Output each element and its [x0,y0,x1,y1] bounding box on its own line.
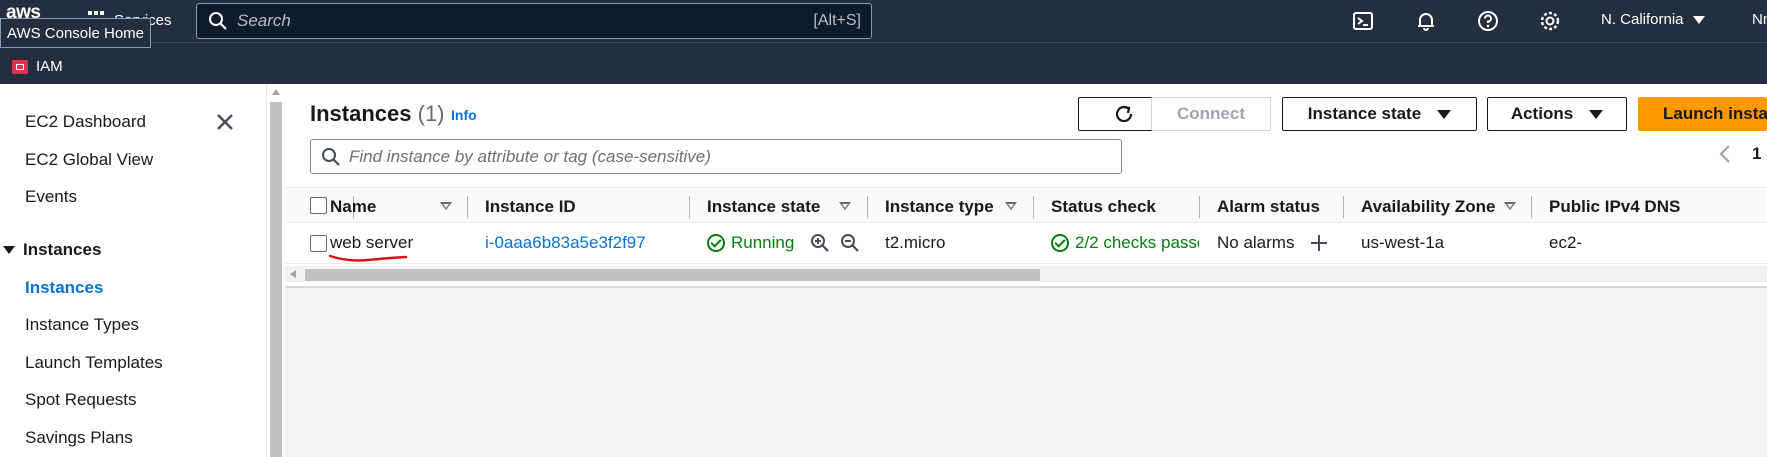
page-number[interactable]: 1 [1752,144,1761,164]
sidebar-item-events[interactable]: Events [25,187,77,207]
main-content: Instances (1) Info Connect Instance stat… [285,84,1767,457]
sort-icon[interactable] [440,202,452,210]
page-title: Instances (1) [310,101,445,127]
column-header-instance-type[interactable]: Instance type [885,197,994,217]
select-all-checkbox[interactable] [310,197,327,214]
alarm-status-value: No alarms [1217,233,1295,252]
cell-status-check[interactable]: 2/2 checks passed [1051,233,1199,253]
page-title-text: Instances [310,101,412,126]
pagination: 1 [1718,144,1761,164]
column-divider[interactable] [1199,196,1200,218]
favorites-bar [0,42,1767,84]
chevron-down-icon [1692,15,1705,24]
table-row[interactable]: web server i-0aaa6b83a5e3f2f97 Running t… [285,224,1767,264]
sidebar-item-launch-templates[interactable]: Launch Templates [25,353,163,373]
region-label: N. California [1601,11,1684,28]
search-icon [322,147,340,166]
cloudshell-icon[interactable] [1351,9,1375,33]
instance-state-value: Running [731,233,795,252]
favorite-iam-label: IAM [36,58,63,75]
refresh-icon [1115,105,1133,123]
account-menu[interactable]: Nm [1752,11,1767,28]
cell-name[interactable]: web server [330,233,413,253]
dropdown-caret-icon [1437,109,1452,119]
column-divider[interactable] [1033,196,1034,218]
scroll-up-arrow-icon[interactable] [272,89,280,95]
sidebar-item-instance-types[interactable]: Instance Types [25,315,139,335]
horizontal-scroll-thumb[interactable] [305,269,1040,281]
filter-input[interactable] [349,146,1111,167]
search-icon [207,10,229,32]
column-header-alarm-status[interactable]: Alarm status [1217,197,1320,217]
sort-icon[interactable] [839,202,851,210]
column-header-status-check[interactable]: Status check [1051,197,1156,217]
red-underline-annotation [328,254,408,262]
info-link[interactable]: Info [451,107,477,123]
region-selector[interactable]: N. California [1601,11,1705,28]
table-horizontal-scrollbar[interactable] [285,266,1767,282]
cell-instance-id[interactable]: i-0aaa6b83a5e3f2f97 [485,233,646,253]
cell-instance-type: t2.micro [885,233,946,252]
favorite-iam[interactable]: IAM [12,58,63,75]
instance-state-label: Instance state [1307,104,1422,123]
column-header-name[interactable]: Name [330,197,376,217]
gear-icon[interactable] [1538,9,1562,33]
top-navigation: aws Services AWS Console Home [Alt+S] N.… [0,0,1767,48]
column-header-instance-state[interactable]: Instance state [707,197,820,217]
dropdown-caret-icon [1589,109,1604,119]
zoom-in-icon[interactable] [810,233,830,253]
zoom-out-icon[interactable] [840,233,860,253]
column-divider[interactable] [1343,196,1344,218]
column-divider[interactable] [467,196,468,218]
chevron-left-icon[interactable] [1718,144,1732,164]
success-check-icon [707,234,725,252]
actions-label: Actions [1510,104,1574,123]
sort-icon[interactable] [1005,202,1017,210]
caret-down-icon [3,246,15,254]
column-divider[interactable] [867,196,868,218]
launch-instances-button[interactable]: Launch instances [1638,97,1767,131]
search-input[interactable] [237,11,814,31]
sidebar-item-savings-plans[interactable]: Savings Plans [25,428,133,448]
sidebar-scrollbar[interactable] [266,84,284,457]
column-header-availability-zone[interactable]: Availability Zone [1361,197,1495,217]
status-check-value: 2/2 checks passed [1075,233,1199,252]
cell-alarm-status: No alarms [1217,233,1328,253]
instances-panel: Instances (1) Info Connect Instance stat… [285,84,1767,288]
scroll-left-arrow-icon[interactable] [290,270,296,278]
iam-icon [12,59,28,74]
instance-count: (1) [417,101,445,126]
sidebar-section-instances[interactable]: Instances [0,240,101,260]
sidebar-item-ec2-global-view[interactable]: EC2 Global View [25,150,153,170]
global-search[interactable]: [Alt+S] [196,3,872,39]
sidebar-item-instances[interactable]: Instances [25,278,103,298]
help-icon[interactable] [1476,9,1500,33]
sort-icon[interactable] [1504,202,1516,210]
connect-button[interactable]: Connect [1151,97,1271,131]
table-header: Name Instance ID Instance state Instance… [285,187,1767,223]
column-divider[interactable] [1531,196,1532,218]
cell-instance-state: Running [707,233,860,253]
column-header-instance-id[interactable]: Instance ID [485,197,576,217]
column-divider[interactable] [689,196,690,218]
instance-state-button[interactable]: Instance state [1282,97,1477,131]
plus-icon[interactable] [1310,234,1328,252]
cell-public-dns[interactable]: ec2- [1549,233,1582,253]
row-checkbox[interactable] [310,235,327,252]
actions-button[interactable]: Actions [1487,97,1627,131]
instance-filter[interactable] [310,139,1122,174]
bell-icon[interactable] [1414,9,1438,33]
sidebar-scroll-thumb[interactable] [270,102,282,457]
success-check-icon [1051,234,1069,252]
search-shortcut: [Alt+S] [813,12,861,29]
close-icon[interactable] [214,111,236,133]
sidebar-item-ec2-dashboard[interactable]: EC2 Dashboard [25,112,146,132]
cell-availability-zone: us-west-1a [1361,233,1445,252]
console-home-tooltip: AWS Console Home [0,18,151,48]
sidebar-section-label: Instances [23,240,102,259]
column-header-public-dns[interactable]: Public IPv4 DNS [1549,197,1767,217]
sidebar-item-spot-requests[interactable]: Spot Requests [25,390,137,410]
